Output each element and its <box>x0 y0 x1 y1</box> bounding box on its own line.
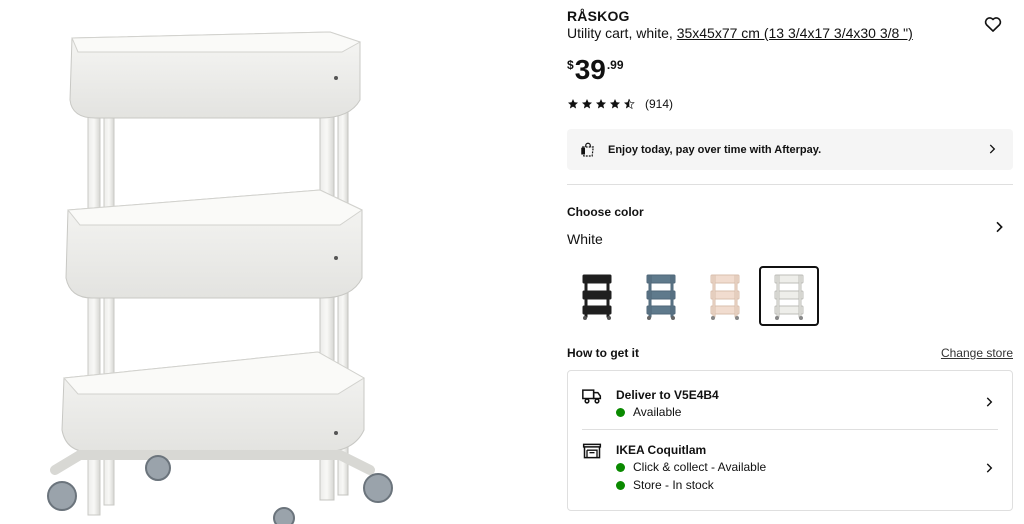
truck-icon <box>582 389 602 404</box>
product-dimensions-link[interactable]: 35x45x77 cm (13 3/4x17 3/4x30 3/8 ") <box>677 25 913 41</box>
afterpay-banner[interactable]: Enjoy today, pay over time with Afterpay… <box>567 129 1013 170</box>
delivery-title: Deliver to V5E4B4 <box>616 388 719 402</box>
available-status-dot <box>616 407 625 417</box>
in-store-status: Store - In stock <box>616 478 714 492</box>
chevron-right-icon <box>986 397 993 407</box>
delivery-status: Available <box>616 405 681 419</box>
rating-count: (914) <box>645 97 674 111</box>
store-option[interactable]: IKEA Coquitlam Click & collect - Availab… <box>568 430 1012 510</box>
store-title: IKEA Coquitlam <box>616 443 707 457</box>
star-icon <box>568 99 578 109</box>
wishlist-heart-icon[interactable] <box>983 14 1003 34</box>
store-icon <box>582 443 602 459</box>
chevron-right-icon[interactable] <box>991 219 1007 235</box>
price-decimal: .99 <box>606 58 624 72</box>
product-name: RÅSKOG <box>567 8 630 24</box>
available-status-dot <box>616 462 625 472</box>
price-integer: 39 <box>574 54 606 85</box>
divider <box>567 184 1013 185</box>
color-swatch-pink[interactable] <box>695 266 755 326</box>
choose-color-title: Choose color <box>567 205 644 219</box>
delivery-option[interactable]: Deliver to V5E4B4 Available <box>568 371 1012 429</box>
half-star-icon <box>624 98 635 110</box>
in-store-status-text: Store - In stock <box>633 478 714 492</box>
color-swatch-white[interactable] <box>759 266 819 326</box>
in-stock-status-dot <box>616 480 625 490</box>
color-swatches <box>567 266 823 326</box>
chevron-right-icon <box>989 144 996 154</box>
star-icon <box>610 99 620 109</box>
click-collect-status: Click & collect - Available <box>616 460 766 474</box>
shopping-bag-icon <box>581 142 594 157</box>
star-icon <box>596 99 606 109</box>
product-price: $ 39 .99 <box>567 54 624 86</box>
fulfillment-options: Deliver to V5E4B4 Available IKEA Coquitl… <box>567 370 1013 511</box>
color-swatch-blue[interactable] <box>631 266 691 326</box>
selected-color-value: White <box>567 231 603 247</box>
delivery-status-text: Available <box>633 405 682 419</box>
how-to-get-it-title: How to get it <box>567 346 639 360</box>
star-icon <box>582 99 592 109</box>
product-description-prefix: Utility cart, white, <box>567 25 677 41</box>
price-currency: $ <box>567 58 574 72</box>
color-swatch-black[interactable] <box>567 266 627 326</box>
click-collect-status-text: Click & collect - Available <box>633 460 767 474</box>
product-rating[interactable]: (914) <box>567 97 673 111</box>
cart-thumbnail-white <box>774 274 804 320</box>
product-image[interactable] <box>0 0 540 524</box>
product-info-panel: RÅSKOG Utility cart, white, 35x45x77 cm … <box>567 0 1013 524</box>
afterpay-text: Enjoy today, pay over time with Afterpay… <box>608 143 822 156</box>
cart-thumbnail-blue <box>646 274 676 320</box>
utility-cart-illustration <box>47 31 393 524</box>
product-description: Utility cart, white, 35x45x77 cm (13 3/4… <box>567 25 913 41</box>
change-store-link[interactable]: Change store <box>941 346 1013 360</box>
chevron-right-icon <box>986 463 993 473</box>
cart-thumbnail-pink <box>710 274 740 320</box>
cart-thumbnail-black <box>582 274 612 320</box>
